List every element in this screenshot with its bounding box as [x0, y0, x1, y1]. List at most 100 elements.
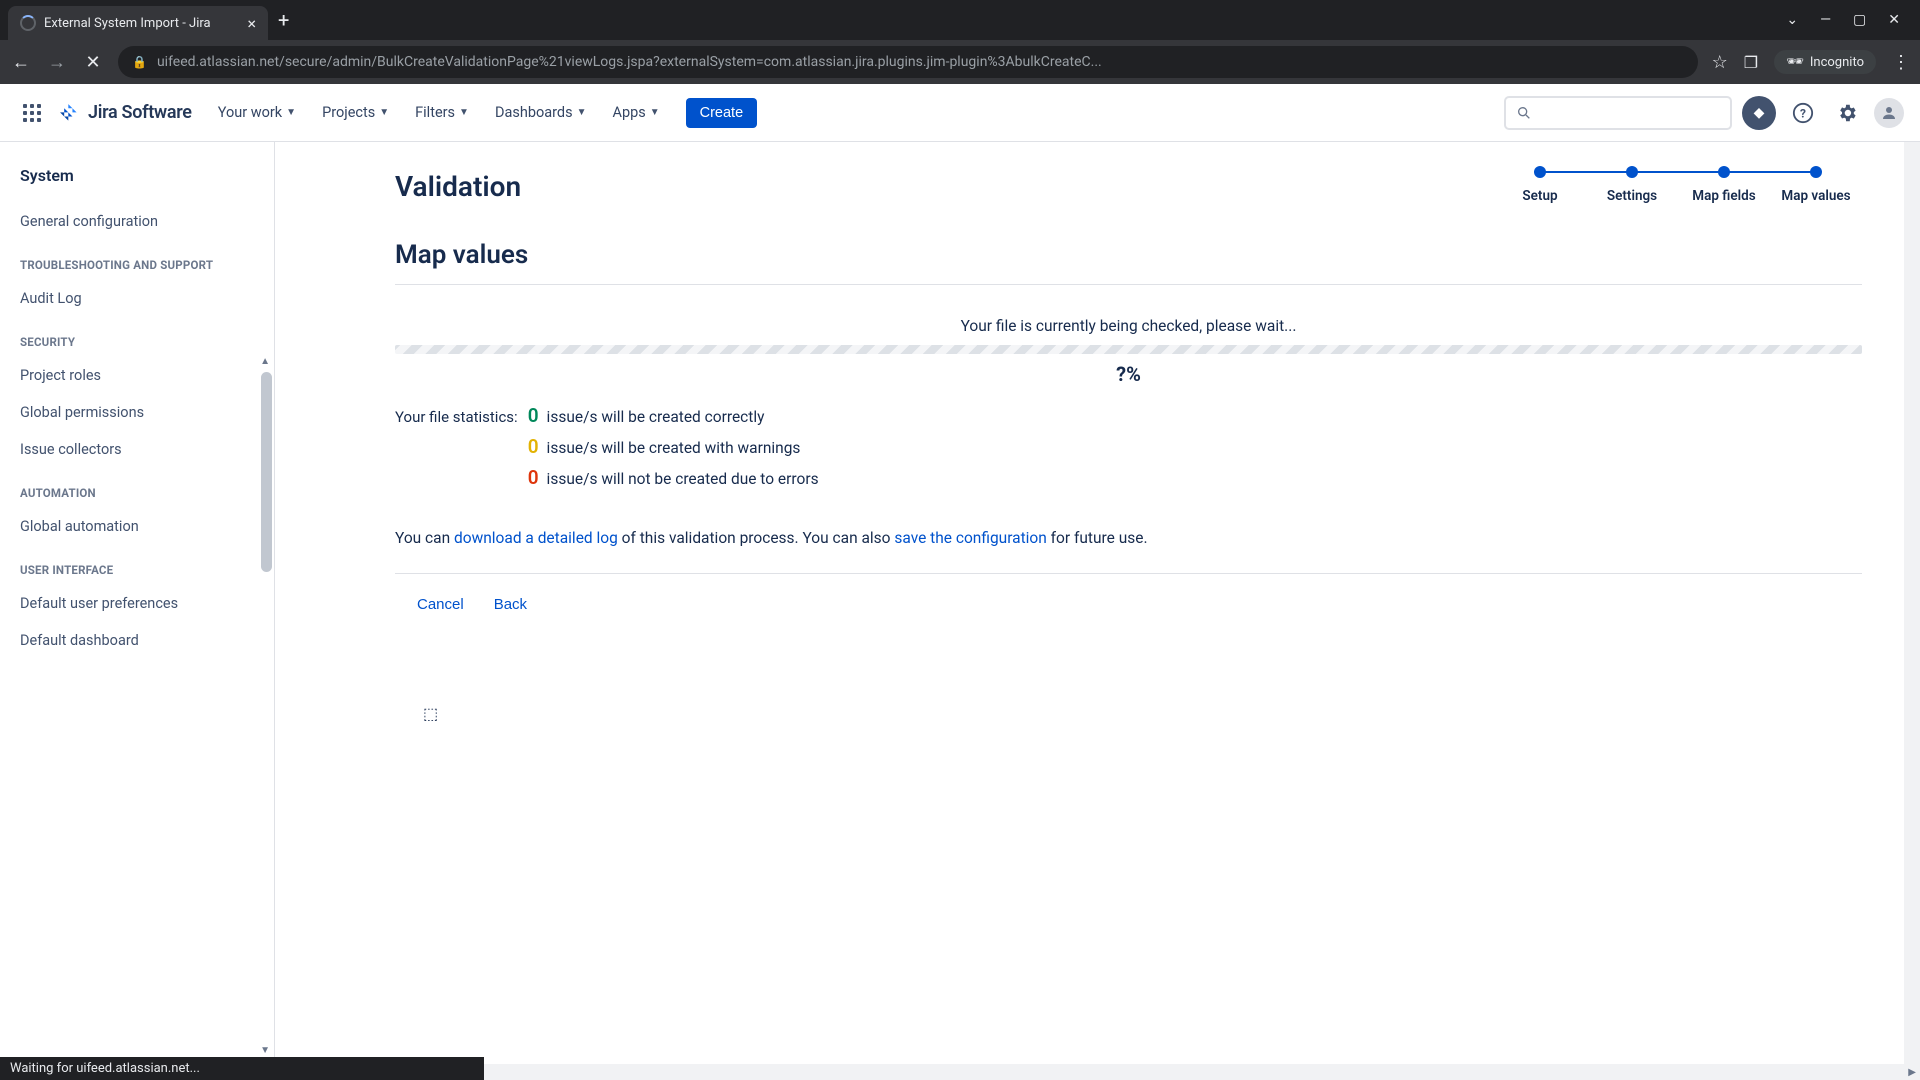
scroll-down-icon[interactable]: ▼ — [260, 1045, 270, 1056]
back-button[interactable]: Back — [494, 596, 527, 613]
maximize-icon[interactable]: ▢ — [1853, 12, 1866, 28]
svg-text:?: ? — [1800, 106, 1806, 120]
nav-label: Your work — [218, 104, 282, 121]
browser-tab[interactable]: External System Import - Jira × — [8, 6, 268, 40]
sidebar-section-ui: USER INTERFACE — [0, 545, 270, 585]
create-button[interactable]: Create — [686, 98, 758, 128]
log-mid: of this validation process. You can also — [618, 529, 895, 547]
download-log-link[interactable]: download a detailed log — [454, 529, 618, 547]
bookmark-star-icon[interactable]: ☆ — [1712, 52, 1728, 73]
chevron-down-icon: ▼ — [379, 107, 389, 118]
settings-gear-icon[interactable] — [1830, 96, 1864, 130]
incognito-badge[interactable]: 🕶 Incognito — [1774, 50, 1876, 74]
loading-spinner-icon — [20, 15, 36, 31]
minimize-icon[interactable]: ― — [1820, 12, 1831, 28]
stats-label: Your file statistics: — [395, 404, 518, 426]
chevron-down-icon: ▼ — [459, 107, 469, 118]
nav-projects[interactable]: Projects ▼ — [312, 98, 399, 127]
app-switcher-button[interactable] — [16, 97, 48, 129]
help-icon[interactable]: ? — [1786, 96, 1820, 130]
progress-percent: ?% — [395, 362, 1862, 386]
scroll-right-icon[interactable]: ▶ — [1908, 1067, 1916, 1078]
profile-avatar[interactable] — [1874, 98, 1904, 128]
horizontal-scrollbar[interactable]: ▶ — [484, 1064, 1920, 1080]
extensions-icon[interactable]: ❐ — [1744, 53, 1758, 72]
new-tab-button[interactable]: + — [278, 8, 289, 32]
jira-logo[interactable]: Jira Software — [58, 102, 192, 124]
search-input[interactable] — [1504, 96, 1732, 130]
sidebar-item-project-roles[interactable]: Project roles — [0, 357, 270, 394]
tab-bar: External System Import - Jira × + ⌄ ― ▢ … — [0, 0, 1920, 40]
nav-label: Apps — [612, 104, 645, 121]
close-tab-icon[interactable]: × — [247, 14, 256, 33]
cancel-button[interactable]: Cancel — [417, 596, 464, 613]
sidebar: System General configuration TROUBLESHOO… — [0, 142, 275, 1058]
stat-err-count: 0 — [528, 466, 539, 489]
progress-stepper: Setup Settings Map fields Map values — [1494, 166, 1862, 206]
search-icon — [1516, 105, 1532, 121]
sidebar-item-global-automation[interactable]: Global automation — [0, 508, 270, 545]
nav-your-work[interactable]: Your work ▼ — [208, 98, 306, 127]
section-title: Map values — [395, 240, 1862, 285]
sidebar-section-automation: AUTOMATION — [0, 468, 270, 508]
forward-nav-icon: → — [46, 52, 68, 73]
stat-row-warn: 0 issue/s will be created with warnings — [528, 435, 819, 458]
browser-status-bar: Waiting for uifeed.atlassian.net... — [0, 1057, 484, 1080]
save-config-link[interactable]: save the configuration — [894, 529, 1046, 547]
incognito-label: Incognito — [1810, 55, 1864, 70]
log-pre: You can — [395, 529, 454, 547]
jira-logo-icon — [58, 102, 80, 124]
stop-reload-icon[interactable]: ✕ — [82, 52, 104, 73]
logo-text: Jira Software — [88, 102, 192, 123]
address-bar[interactable]: 🔒 uifeed.atlassian.net/secure/admin/Bulk… — [118, 46, 1698, 78]
chevron-down-icon: ▼ — [286, 107, 296, 118]
browser-toolbar: ← → ✕ 🔒 uifeed.atlassian.net/secure/admi… — [0, 40, 1920, 84]
sidebar-title: System — [0, 160, 270, 203]
stat-warn-count: 0 — [528, 435, 539, 458]
sidebar-item-default-dashboard[interactable]: Default dashboard — [0, 622, 270, 659]
log-line: You can download a detailed log of this … — [395, 529, 1862, 547]
nav-label: Filters — [415, 104, 455, 121]
sidebar-item-issue-collectors[interactable]: Issue collectors — [0, 431, 270, 468]
back-nav-icon[interactable]: ← — [10, 52, 32, 73]
stat-err-text: issue/s will not be created due to error… — [547, 470, 819, 488]
nav-label: Projects — [322, 104, 375, 121]
chevron-down-icon: ▼ — [650, 107, 660, 118]
grid-icon — [23, 104, 41, 122]
stat-ok-count: 0 — [528, 404, 539, 427]
cursor-icon: ⬚ — [423, 704, 438, 723]
nav-dashboards[interactable]: Dashboards ▼ — [485, 98, 597, 127]
browser-menu-icon[interactable]: ⋮ — [1892, 52, 1910, 73]
log-post: for future use. — [1047, 529, 1148, 547]
sidebar-item-global-permissions[interactable]: Global permissions — [0, 394, 270, 431]
url-text: uifeed.atlassian.net/secure/admin/BulkCr… — [157, 54, 1684, 70]
nav-label: Dashboards — [495, 104, 573, 121]
page-title: Validation — [395, 170, 521, 203]
notifications-icon[interactable]: ◆ — [1742, 96, 1776, 130]
browser-chrome: External System Import - Jira × + ⌄ ― ▢ … — [0, 0, 1920, 84]
tab-overview-icon[interactable]: ⌄ — [1786, 12, 1798, 28]
app-header: Jira Software Your work ▼ Projects ▼ Filte… — [0, 84, 1920, 142]
sidebar-item-audit-log[interactable]: Audit Log — [0, 280, 270, 317]
incognito-icon: 🕶 — [1786, 54, 1804, 70]
checking-message: Your file is currently being checked, pl… — [395, 317, 1862, 335]
sidebar-item-default-user-prefs[interactable]: Default user preferences — [0, 585, 270, 622]
sidebar-item-general-config[interactable]: General configuration — [0, 203, 270, 240]
stat-row-ok: 0 issue/s will be created correctly — [528, 404, 819, 427]
nav-filters[interactable]: Filters ▼ — [405, 98, 479, 127]
lock-icon: 🔒 — [132, 55, 147, 69]
close-window-icon[interactable]: ✕ — [1888, 12, 1900, 28]
scroll-up-icon[interactable]: ▲ — [260, 356, 270, 367]
sidebar-section-security: SECURITY — [0, 317, 270, 357]
window-controls: ⌄ ― ▢ ✕ — [1786, 12, 1912, 28]
step-setup[interactable]: Setup — [1494, 166, 1586, 206]
main-content: Validation Setup Settings Map fields Map… — [275, 142, 1920, 1058]
sidebar-scrollbar[interactable] — [261, 372, 272, 572]
sidebar-section-troubleshooting: TROUBLESHOOTING AND SUPPORT — [0, 240, 270, 280]
progress-bar — [395, 345, 1862, 354]
file-statistics: Your file statistics: 0 issue/s will be … — [395, 404, 1862, 489]
vertical-scrollbar[interactable] — [1904, 142, 1920, 1064]
nav-apps[interactable]: Apps ▼ — [602, 98, 669, 127]
stat-row-err: 0 issue/s will not be created due to err… — [528, 466, 819, 489]
chevron-down-icon: ▼ — [577, 107, 587, 118]
